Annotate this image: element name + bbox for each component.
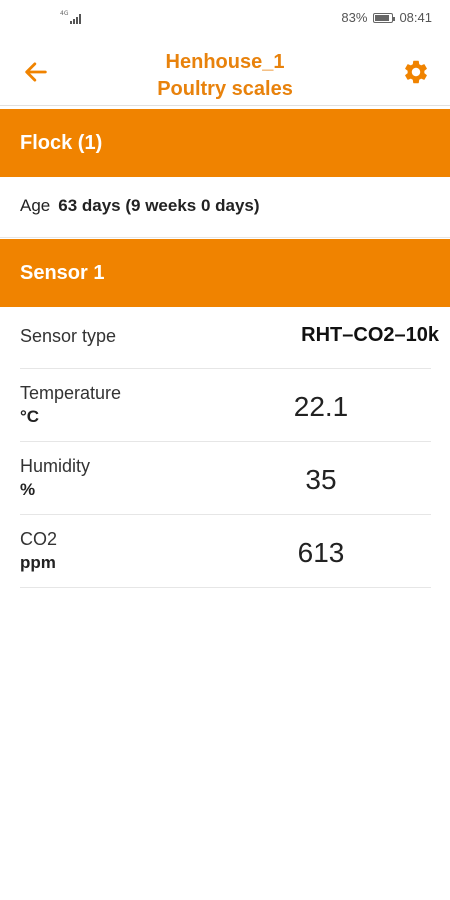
age-value: 63 days (9 weeks 0 days) <box>58 196 260 215</box>
humidity-unit: % <box>20 480 36 499</box>
network-label: 4G <box>60 10 69 17</box>
temperature-row: Temperature °C 22.1 <box>20 369 431 442</box>
title-henhouse: Henhouse_1 <box>165 51 285 73</box>
sensor-header: Sensor 1 <box>0 239 450 307</box>
temperature-unit: °C <box>20 407 40 426</box>
sensor-type-value: RHT–CO2–10k <box>301 324 439 346</box>
humidity-row: Humidity % 35 <box>20 442 431 515</box>
co2-value: 613 <box>297 537 345 568</box>
battery-percent: 83% <box>341 10 368 25</box>
age-label: Age <box>20 196 51 215</box>
clock: 08:41 <box>399 10 432 25</box>
co2-row: CO2 ppm 613 <box>20 515 431 588</box>
humidity-label: Humidity <box>20 456 91 476</box>
humidity-value: 35 <box>305 464 337 495</box>
temperature-value: 22.1 <box>293 391 349 422</box>
flock-header-label: Flock (1) <box>20 131 103 154</box>
temperature-label: Temperature <box>20 383 122 403</box>
settings-button[interactable] <box>402 58 430 86</box>
sensor-header-label: Sensor 1 <box>20 261 105 284</box>
co2-unit: ppm <box>20 553 56 572</box>
flock-header: Flock (1) <box>0 109 450 177</box>
page-title: Henhouse_1 Poultry scales <box>0 49 450 103</box>
co2-label: CO2 <box>20 529 58 549</box>
sensor-type-label: Sensor type <box>20 326 117 346</box>
signal-icon: 4G <box>60 10 90 27</box>
status-bar: 4G 83% 08:41 <box>0 0 450 36</box>
gear-icon <box>405 60 427 84</box>
app-bar: Henhouse_1 Poultry scales <box>0 36 450 106</box>
age-row: Age 63 days (9 weeks 0 days) <box>20 196 260 216</box>
battery-icon <box>373 12 396 23</box>
sensor-type-row: Sensor type RHT–CO2–10k <box>20 307 439 369</box>
divider <box>0 237 450 238</box>
title-subtitle: Poultry scales <box>157 78 293 100</box>
